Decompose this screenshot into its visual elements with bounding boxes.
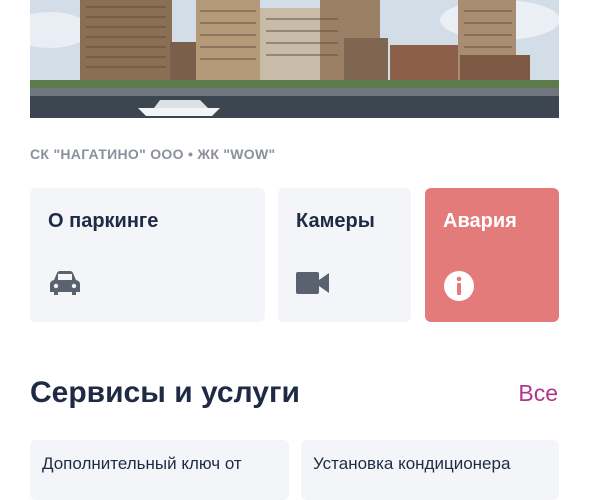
info-icon xyxy=(443,270,475,307)
service-card-air-conditioner[interactable]: Установка кондиционера xyxy=(301,440,559,500)
services-all-link[interactable]: Все xyxy=(518,380,558,407)
car-icon xyxy=(48,270,82,303)
accident-card[interactable]: Авария xyxy=(425,188,559,322)
cameras-card[interactable]: Камеры xyxy=(278,188,411,322)
accident-card-label: Авария xyxy=(443,210,517,232)
service-card-extra-key[interactable]: Дополнительный ключ от xyxy=(30,440,289,500)
hero-image xyxy=(30,0,559,118)
complex-subtitle: СК "НАГАТИНО" ООО • ЖК "WOW" xyxy=(30,146,276,162)
service-card-label: Дополнительный ключ от xyxy=(42,454,242,473)
parking-card[interactable]: О паркинге xyxy=(30,188,265,322)
cameras-card-label: Камеры xyxy=(296,210,375,232)
service-card-label: Установка кондиционера xyxy=(313,454,511,473)
parking-card-label: О паркинге xyxy=(48,210,159,232)
video-camera-icon xyxy=(296,270,330,301)
services-title: Сервисы и услуги xyxy=(30,376,300,409)
